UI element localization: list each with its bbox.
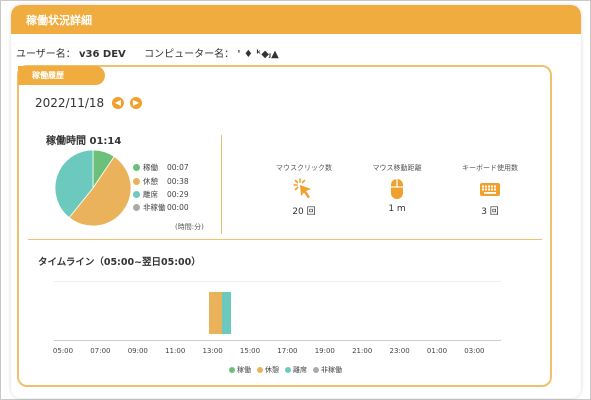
timeline-tick-label: 21:00 xyxy=(352,347,373,355)
mouse-move-value: 1 m xyxy=(388,204,406,214)
legend-label: 離席 xyxy=(143,190,158,199)
timeline-bar-離席 xyxy=(221,292,232,334)
legend-value: 00:00 xyxy=(167,203,189,212)
legend-dot xyxy=(285,367,291,373)
timeline-legend-item: 休憩 xyxy=(257,365,279,375)
timeline-tick-label: 09:00 xyxy=(127,347,148,355)
timeline-tick-label: 03:00 xyxy=(464,347,485,355)
status-pie-chart xyxy=(54,149,132,227)
keyboard-caption: キーボード使用数 xyxy=(462,164,518,172)
legend-label: 休憩 xyxy=(265,366,279,374)
mouse-move-caption: マウス移動距離 xyxy=(372,164,422,172)
user-name-label: ユーザー名： xyxy=(16,49,76,60)
timeline-tick-label: 07:00 xyxy=(90,347,111,355)
timeline-tick-label: 23:00 xyxy=(389,347,410,355)
timeline-legend-item: 稼働 xyxy=(229,365,251,375)
legend-operating: 稼働 00:07 xyxy=(133,162,189,173)
vertical-divider xyxy=(221,135,222,234)
legend-label: 稼働 xyxy=(237,366,251,374)
timeline-tick-label: 05:00 xyxy=(52,347,74,355)
timeline-tick-label: 13:00 xyxy=(202,347,223,355)
legend-break: 休憩 00:38 xyxy=(133,176,189,187)
timeline-plot-area xyxy=(54,281,501,341)
timeline-title: タイムライン（05:00~翌日05:00） xyxy=(38,257,201,268)
timeline-tick-label: 11:00 xyxy=(165,347,186,355)
legend-away: 離席 00:29 xyxy=(133,189,189,200)
keyboard-stat: キーボード使用数 3 回 xyxy=(445,163,535,217)
mouse-click-stat: マウスクリック数 20 回 xyxy=(259,163,349,217)
mouse-click-value: 20 回 xyxy=(292,207,316,217)
page-title: 稼働状況詳細 xyxy=(26,14,92,27)
legend-value: 00:29 xyxy=(167,190,189,199)
legend-dot xyxy=(257,367,263,373)
operating-time: 稼働時間 01:14 xyxy=(46,136,122,147)
user-info: ユーザー名： v36 DEV コンピューター名： ' ♦ ᵏ◆ⱼ▲ xyxy=(16,45,279,60)
arrow-right-icon: ▶ xyxy=(132,98,140,107)
legend-dot xyxy=(229,367,235,373)
legend-value: 00:38 xyxy=(167,177,189,186)
user-name-value: v36 DEV xyxy=(79,49,126,60)
card-header: 稼働状況詳細 xyxy=(11,5,581,34)
timeline-legend-item: 離席 xyxy=(285,365,307,375)
legend-label: 稼働 xyxy=(143,163,158,172)
next-date-button[interactable]: ▶ xyxy=(130,97,142,109)
timeline-tick-label: 01:00 xyxy=(426,347,448,355)
legend-dot xyxy=(133,178,140,185)
legend-label: 離席 xyxy=(293,366,307,374)
timeline-legend-item: 非稼働 xyxy=(313,365,342,375)
timeline-bar-休憩 xyxy=(209,292,222,334)
timeline-tick-label: 15:00 xyxy=(239,347,261,355)
computer-name-value: ' ♦ ᵏ◆ⱼ▲ xyxy=(237,49,279,60)
legend-dot xyxy=(313,367,319,373)
mouse-move-stat: マウス移動距離 1 m xyxy=(352,163,442,214)
legend-dot xyxy=(133,164,140,171)
timeline-tick-label: 17:00 xyxy=(277,347,298,355)
history-tab[interactable]: 稼働履歴 xyxy=(18,66,105,85)
legend-label: 非稼働 xyxy=(321,366,342,374)
unit-note: (時間:分) xyxy=(175,223,204,231)
prev-date-button[interactable]: ◀ xyxy=(112,97,124,109)
legend-dot xyxy=(133,204,140,211)
date-display: 2022/11/18 xyxy=(35,96,105,110)
history-tab-label: 稼働履歴 xyxy=(32,71,64,80)
legend-value: 00:07 xyxy=(167,163,189,172)
legend-dot xyxy=(133,191,140,198)
mouse-icon xyxy=(391,179,403,199)
cursor-click-icon xyxy=(293,178,311,199)
arrow-left-icon: ◀ xyxy=(114,98,122,107)
legend-label: 非稼働 xyxy=(143,203,166,212)
keyboard-value: 3 回 xyxy=(481,207,499,217)
mouse-click-caption: マウスクリック数 xyxy=(276,164,332,172)
legend-label: 休憩 xyxy=(143,177,158,186)
keyboard-icon xyxy=(480,183,500,196)
computer-name-label: コンピューター名： xyxy=(144,49,235,60)
timeline-tick-label: 19:00 xyxy=(314,347,335,355)
legend-non-operating: 非稼働 00:00 xyxy=(133,202,189,213)
horizontal-divider xyxy=(28,239,542,240)
